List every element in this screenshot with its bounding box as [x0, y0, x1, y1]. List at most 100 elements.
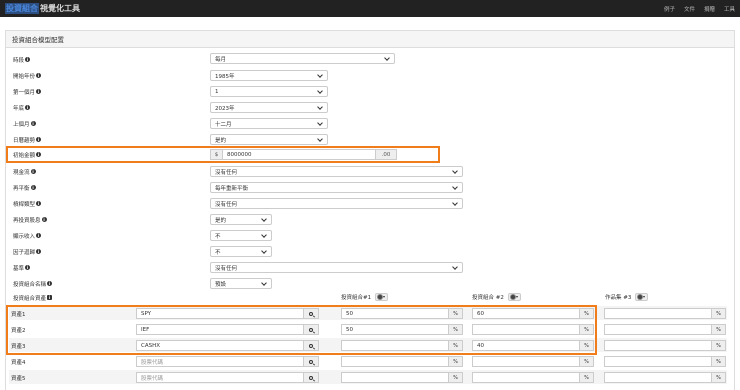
allocation-field[interactable]: [472, 356, 580, 367]
info-icon[interactable]: i: [30, 169, 36, 174]
ticker-input[interactable]: 股票代碼: [136, 356, 304, 367]
search-icon: [309, 375, 313, 380]
gear-icon: [378, 295, 383, 299]
info-icon[interactable]: i: [47, 295, 53, 300]
first-month-select[interactable]: 1: [210, 86, 328, 97]
info-icon[interactable]: i: [36, 233, 42, 238]
include-ytd-select[interactable]: 是的: [210, 134, 328, 145]
percent-addon: %: [712, 356, 726, 367]
time-period-select[interactable]: 每月: [210, 53, 395, 64]
info-icon[interactable]: i: [36, 89, 42, 94]
panel-title: 投資組合模型配置: [6, 31, 734, 48]
ticker-search-button[interactable]: [304, 356, 319, 367]
portfolio-1-header: 投資組合#1: [341, 293, 389, 301]
display-income-label: 顯示收入 i: [13, 230, 42, 241]
initial-amount-group: $ 8000000 .00: [210, 149, 397, 160]
end-year-value: 2023年: [215, 105, 235, 112]
allocation-input-p3: %: [604, 308, 726, 319]
chevron-down-icon: [452, 168, 458, 174]
include-ytd-text: 日曆趨勢: [13, 137, 36, 144]
percent-addon: %: [449, 356, 463, 367]
time-period-value: 每月: [215, 56, 227, 63]
info-icon[interactable]: i: [25, 265, 31, 270]
rebalancing-label: 再平衡 i: [13, 182, 36, 193]
display-income-value: 不: [215, 233, 221, 240]
info-icon[interactable]: i: [25, 105, 31, 110]
rebalancing-select[interactable]: 每年重新平衡: [210, 182, 463, 193]
percent-addon: %: [580, 372, 594, 383]
display-income-select[interactable]: 不: [210, 230, 272, 241]
display-income-text: 顯示收入: [13, 233, 36, 240]
chevron-down-icon: [261, 280, 267, 286]
assets-highlight: [6, 305, 597, 355]
initial-amount-text: 初始金額: [13, 152, 36, 159]
end-year-label: 年底 i: [13, 102, 31, 113]
info-icon[interactable]: i: [36, 201, 42, 206]
allocation-input-p3: %: [604, 324, 726, 335]
info-icon[interactable]: i: [36, 137, 42, 142]
end-year-select[interactable]: 2023年: [210, 102, 328, 113]
chevron-down-icon: [317, 120, 323, 126]
portfolio-2-title: 投資組合 #2: [472, 295, 504, 301]
allocation-field[interactable]: [604, 324, 712, 335]
chevron-down-icon: [261, 216, 267, 222]
info-icon[interactable]: i: [30, 185, 36, 190]
info-icon[interactable]: i: [47, 281, 53, 286]
benchmark-text: 基準: [13, 265, 25, 272]
time-period-text: 時段: [13, 57, 25, 64]
allocation-field[interactable]: [472, 372, 580, 383]
nav-item-examples[interactable]: 例子: [664, 5, 675, 13]
ticker-search-button[interactable]: [304, 372, 319, 383]
nav-item-donate[interactable]: 捐贈: [704, 5, 715, 13]
allocation-field[interactable]: [604, 356, 712, 367]
portfolio-3-title: 作品集 #3: [605, 295, 632, 301]
allocation-field[interactable]: [604, 308, 712, 319]
reinvest-label: 再投資股息 i: [13, 214, 47, 225]
reinvest-text: 再投資股息: [13, 217, 41, 224]
factor-regression-select[interactable]: 不: [210, 246, 272, 257]
nav-item-docs[interactable]: 文件: [684, 5, 695, 13]
percent-addon: %: [712, 324, 726, 335]
cashflows-select[interactable]: 沒有任何: [210, 166, 463, 177]
nav-item-tools[interactable]: 工具: [724, 5, 735, 13]
info-icon[interactable]: i: [36, 249, 42, 254]
brand-text: 視覺化工具: [40, 4, 80, 13]
start-year-select[interactable]: 1985年: [210, 70, 328, 81]
reinvest-select[interactable]: 是的: [210, 214, 272, 225]
allocation-field[interactable]: [604, 340, 712, 351]
portfolio-names-label: 投資組合名稱 i: [13, 278, 53, 289]
page-spacer: [0, 17, 740, 27]
info-icon[interactable]: i: [36, 152, 42, 157]
portfolio-1-settings-button[interactable]: [375, 293, 389, 301]
leverage-select[interactable]: 沒有任何: [210, 198, 463, 209]
start-year-label: 開始年份 i: [13, 70, 42, 81]
cashflows-value: 沒有任何: [215, 169, 238, 176]
include-ytd-value: 是的: [215, 137, 227, 144]
last-month-label: 上個月 i: [13, 118, 36, 129]
portfolio-names-value: 預設: [215, 281, 227, 288]
last-month-select[interactable]: 十二月: [210, 118, 328, 129]
allocation-field[interactable]: [341, 372, 449, 383]
initial-amount-input[interactable]: 8000000: [223, 149, 375, 160]
ticker-input[interactable]: 股票代碼: [136, 372, 304, 383]
portfolio-3-settings-button[interactable]: [635, 293, 649, 301]
portfolio-names-select[interactable]: 預設: [210, 278, 272, 289]
percent-addon: %: [712, 340, 726, 351]
allocation-input-p2: %: [472, 356, 594, 367]
info-icon[interactable]: i: [36, 73, 42, 78]
chevron-down-icon: [452, 264, 458, 270]
brand-logo[interactable]: 投資組合 視覺化工具: [5, 3, 80, 14]
allocation-field[interactable]: [341, 356, 449, 367]
portfolio-2-settings-button[interactable]: [507, 293, 521, 301]
benchmark-select[interactable]: 沒有任何: [210, 262, 463, 273]
info-icon[interactable]: i: [30, 121, 36, 126]
allocation-input-p3: %: [604, 356, 726, 367]
first-month-label: 第一個月 i: [13, 86, 42, 97]
caret-down-icon: [515, 296, 518, 298]
allocation-field[interactable]: [604, 372, 712, 383]
start-year-text: 開始年份: [13, 73, 36, 80]
ticker-search: 股票代碼: [136, 372, 319, 383]
info-icon[interactable]: i: [25, 57, 31, 62]
portfolio-1-title: 投資組合#1: [341, 295, 372, 301]
info-icon[interactable]: i: [41, 217, 47, 222]
